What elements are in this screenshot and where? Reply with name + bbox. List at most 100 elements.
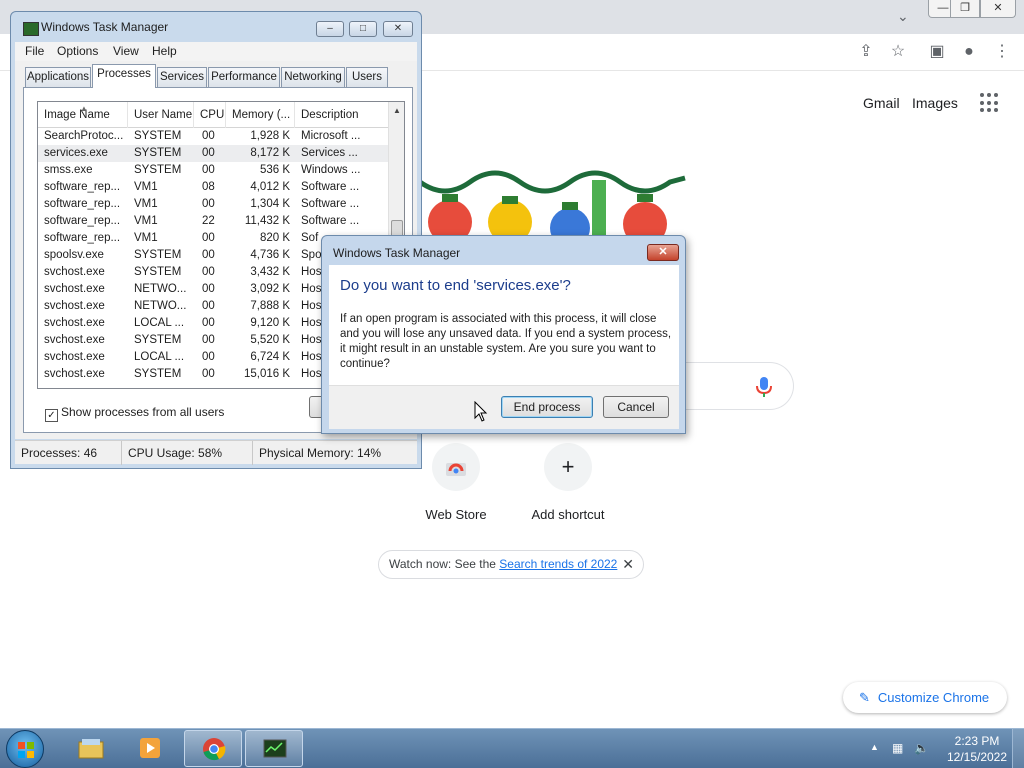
chrome-restore-button[interactable]: ❐ (950, 0, 980, 18)
tab-search-chevron-icon[interactable]: ⌄ (897, 8, 913, 24)
process-cpu: 00 (202, 334, 215, 346)
process-cpu: 00 (202, 300, 215, 312)
process-row[interactable]: SearchProtoc... SYSTEM 00 1,928 K Microsoft … (38, 128, 388, 145)
dialog-close-button[interactable]: ✕ (647, 244, 679, 261)
process-memory: 4,736 K (250, 249, 290, 261)
dialog-body: Do you want to end 'services.exe'? If an… (329, 265, 679, 385)
tab-applications[interactable]: Applications (25, 67, 91, 87)
dialog-title: Windows Task Manager (333, 246, 461, 260)
shortcut-label: Add shortcut (531, 507, 605, 522)
column-memory[interactable]: Memory (... (226, 102, 295, 128)
google-holiday-doodle[interactable] (420, 150, 690, 240)
show-hidden-icons-arrow-icon[interactable]: ▲ (870, 742, 879, 752)
scroll-up-arrow-icon[interactable]: ▲ (393, 106, 401, 115)
process-image-name: svchost.exe (44, 334, 105, 346)
profile-avatar-icon[interactable]: ● (959, 42, 979, 62)
process-user-name: SYSTEM (134, 147, 182, 159)
process-image-name: software_rep... (44, 215, 121, 227)
menu-view[interactable]: View (113, 44, 139, 58)
maximize-button[interactable]: □ (349, 21, 377, 37)
process-memory: 8,172 K (250, 147, 290, 159)
status-physical-memory: Physical Memory: 14% (259, 446, 382, 460)
tab-performance[interactable]: Performance (208, 67, 280, 87)
side-panel-icon[interactable]: ▣ (927, 42, 947, 62)
taskbar-task-manager[interactable] (245, 730, 303, 767)
process-image-name: smss.exe (44, 164, 93, 176)
process-cpu: 00 (202, 164, 215, 176)
search-trends-link[interactable]: Search trends of 2022 (499, 557, 617, 571)
process-description: Software ... (301, 215, 360, 227)
process-cpu: 00 (202, 351, 215, 363)
cancel-button[interactable]: Cancel (603, 396, 669, 418)
process-row[interactable]: services.exe SYSTEM 00 8,172 K Services ... (38, 145, 388, 162)
windows-taskbar: ▲ ▦ 🔈 2:23 PM 12/15/2022 (0, 728, 1024, 768)
tab-networking[interactable]: Networking (281, 67, 345, 87)
tab-users[interactable]: Users (346, 67, 388, 87)
taskbar-clock[interactable]: 2:23 PM 12/15/2022 (942, 733, 1012, 765)
column-user-name[interactable]: User Name (128, 102, 194, 128)
process-row[interactable]: smss.exe SYSTEM 00 536 K Windows ... (38, 162, 388, 179)
process-list-header: ▲ Image Name User Name CPU Memory (... D… (38, 102, 388, 128)
column-cpu[interactable]: CPU (194, 102, 226, 128)
microphone-icon[interactable] (755, 376, 773, 398)
promo-text: Watch now: See the (389, 557, 500, 571)
process-row[interactable]: software_rep... VM1 22 11,432 K Software ... (38, 213, 388, 230)
taskbar-chrome[interactable] (184, 730, 242, 767)
taskbar-windows-explorer[interactable] (62, 730, 120, 767)
end-process-confirm-button[interactable]: End process (501, 396, 593, 418)
menu-help[interactable]: Help (152, 44, 177, 58)
process-memory: 11,432 K (244, 215, 290, 227)
checkbox-check-icon[interactable]: ✓ (45, 409, 58, 422)
task-manager-icon (263, 739, 287, 758)
column-description[interactable]: Description (295, 102, 388, 128)
volume-icon[interactable]: 🔈 (914, 741, 929, 755)
column-label: Image Name (44, 109, 110, 121)
process-cpu: 00 (202, 249, 215, 261)
process-memory: 15,016 K (243, 368, 290, 380)
bookmark-star-icon[interactable]: ☆ (888, 42, 908, 62)
customize-chrome-button[interactable]: ✎ Customize Chrome (843, 682, 1007, 713)
windows-logo-icon (18, 742, 34, 758)
process-cpu: 00 (202, 266, 215, 278)
process-image-name: svchost.exe (44, 300, 105, 312)
process-row[interactable]: software_rep... VM1 00 1,304 K Software ... (38, 196, 388, 213)
process-cpu: 00 (202, 147, 215, 159)
clock-time: 2:23 PM (954, 734, 1000, 748)
column-image-name[interactable]: ▲ Image Name (38, 102, 128, 128)
status-bar: Processes: 46 CPU Usage: 58% Physical Me… (15, 440, 417, 465)
process-user-name: VM1 (134, 232, 158, 244)
process-memory: 4,012 K (250, 181, 290, 193)
promo-close-icon[interactable]: ✕ (622, 551, 634, 578)
process-user-name: NETWO... (134, 300, 187, 312)
tab-services[interactable]: Services (157, 67, 207, 87)
process-user-name: NETWO... (134, 283, 187, 295)
tab-processes[interactable]: Processes (92, 64, 156, 88)
menu-options[interactable]: Options (57, 44, 98, 58)
process-cpu: 00 (202, 130, 215, 142)
process-user-name: LOCAL ... (134, 317, 185, 329)
chrome-close-button[interactable]: ✕ (980, 0, 1016, 18)
taskbar-media-player[interactable] (122, 730, 180, 767)
process-row[interactable]: software_rep... VM1 08 4,012 K Software ... (38, 179, 388, 196)
share-icon[interactable]: ⇪ (856, 42, 876, 62)
images-link[interactable]: Images (912, 95, 958, 111)
show-desktop-button[interactable] (1012, 729, 1024, 768)
process-user-name: SYSTEM (134, 249, 182, 261)
menu-file[interactable]: File (25, 44, 44, 58)
dialog-button-bar: End process Cancel (329, 385, 679, 429)
show-all-users-checkbox[interactable]: ✓ Show processes from all users (45, 405, 224, 422)
gmail-link[interactable]: Gmail (863, 95, 900, 111)
notification-area: ▲ ▦ 🔈 2:23 PM 12/15/2022 (866, 729, 1024, 768)
chrome-menu-icon[interactable]: ⋮ (992, 42, 1012, 62)
process-image-name: svchost.exe (44, 317, 105, 329)
process-description: Services ... (301, 147, 358, 159)
shortcut-add[interactable]: + Add shortcut (513, 443, 623, 522)
start-button[interactable] (6, 730, 44, 768)
pencil-icon: ✎ (859, 690, 870, 705)
minimize-button[interactable]: – (316, 21, 344, 37)
close-button[interactable]: ✕ (383, 21, 413, 37)
network-icon[interactable]: ▦ (892, 741, 903, 755)
google-apps-icon[interactable] (980, 93, 1000, 113)
process-image-name: svchost.exe (44, 351, 105, 363)
process-image-name: svchost.exe (44, 368, 105, 380)
